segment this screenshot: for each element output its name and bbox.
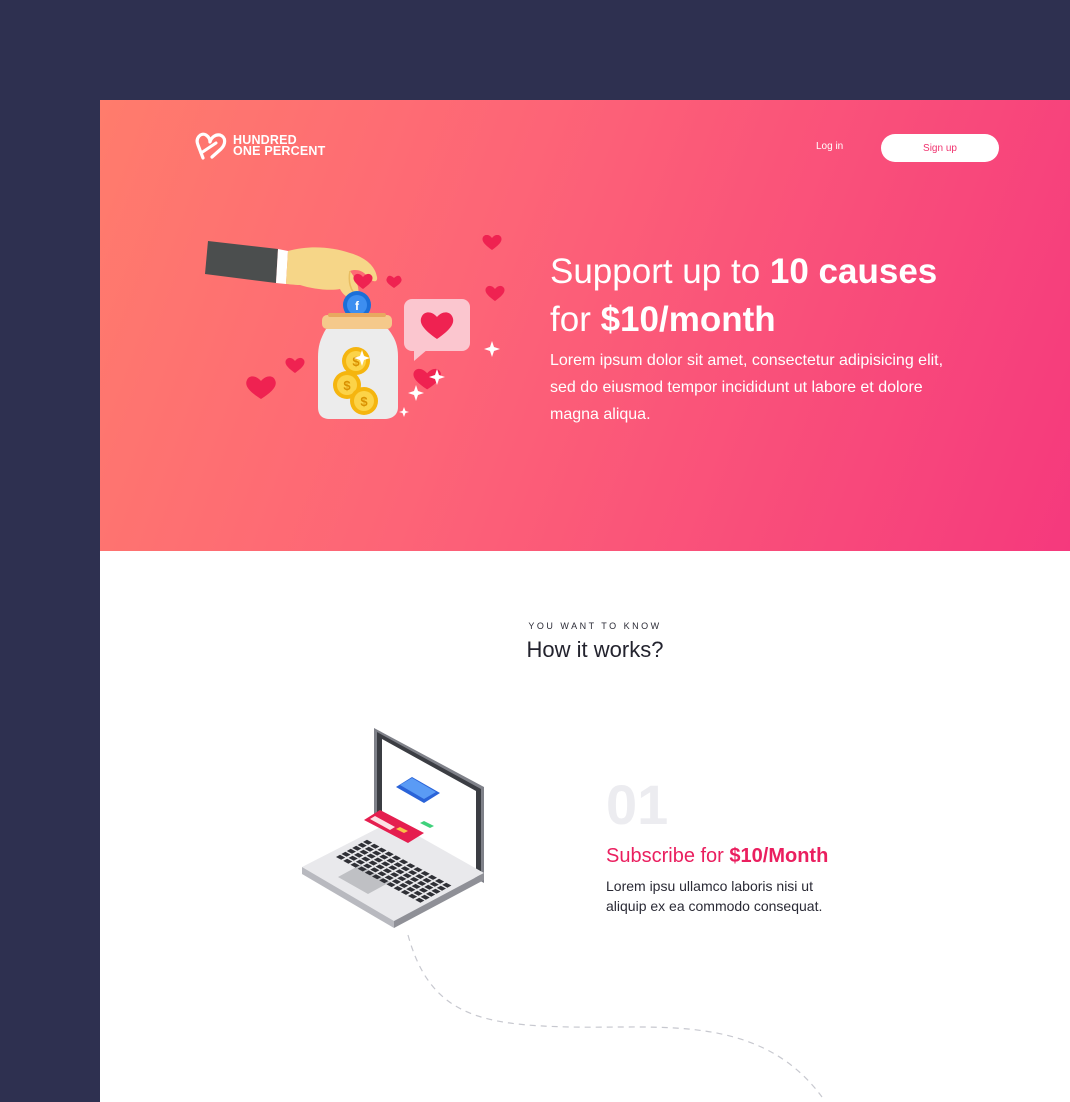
hero-headline: Support up to 10 causes for $10/month [550,248,990,344]
step-number: 01 [606,773,669,836]
step-description: Lorem ipsu ullamco laboris nisi ut aliqu… [606,878,823,914]
hand-icon [205,241,378,299]
dashed-connector-line [407,934,823,1098]
donation-jar-illustration: f $ $ $ [205,235,505,419]
hero-headline-highlight1: 10 causes [769,252,938,291]
section-title: How it works? [526,637,664,662]
heart-speech-bubble-icon [404,299,470,361]
step-title-highlight: $10/Month [729,845,829,867]
hero-description: Lorem ipsum dolor sit amet, consectetur … [550,352,944,423]
signup-button[interactable]: Sign up [881,134,999,162]
svg-text:$: $ [360,394,368,409]
section-eyebrow: YOU WANT TO KNOW [528,621,662,631]
brand-name: HUNDRED ONE PERCENT [233,134,326,158]
brand-name-line2: ONE PERCENT [233,144,326,158]
svg-text:$: $ [352,354,360,369]
step-title-text: Subscribe for [606,845,730,867]
heart-logo-icon [195,132,227,160]
login-link[interactable]: Log in [816,141,843,152]
step-title: Subscribe for $10/Month [606,845,828,868]
hero-headline-part2: for [550,300,601,339]
svg-text:$: $ [343,378,351,393]
hero-headline-part1: Support up to [550,252,770,291]
hero-section: HUNDRED ONE PERCENT Log in Sign up f $ $… [100,100,1070,551]
brand-logo[interactable]: HUNDRED ONE PERCENT [195,131,326,161]
jar-icon: $ $ $ [318,313,398,419]
landing-page: HUNDRED ONE PERCENT Log in Sign up f $ $… [100,100,1070,1102]
hero-headline-highlight2: $10/month [600,300,776,339]
laptop-payment-illustration [302,728,484,928]
